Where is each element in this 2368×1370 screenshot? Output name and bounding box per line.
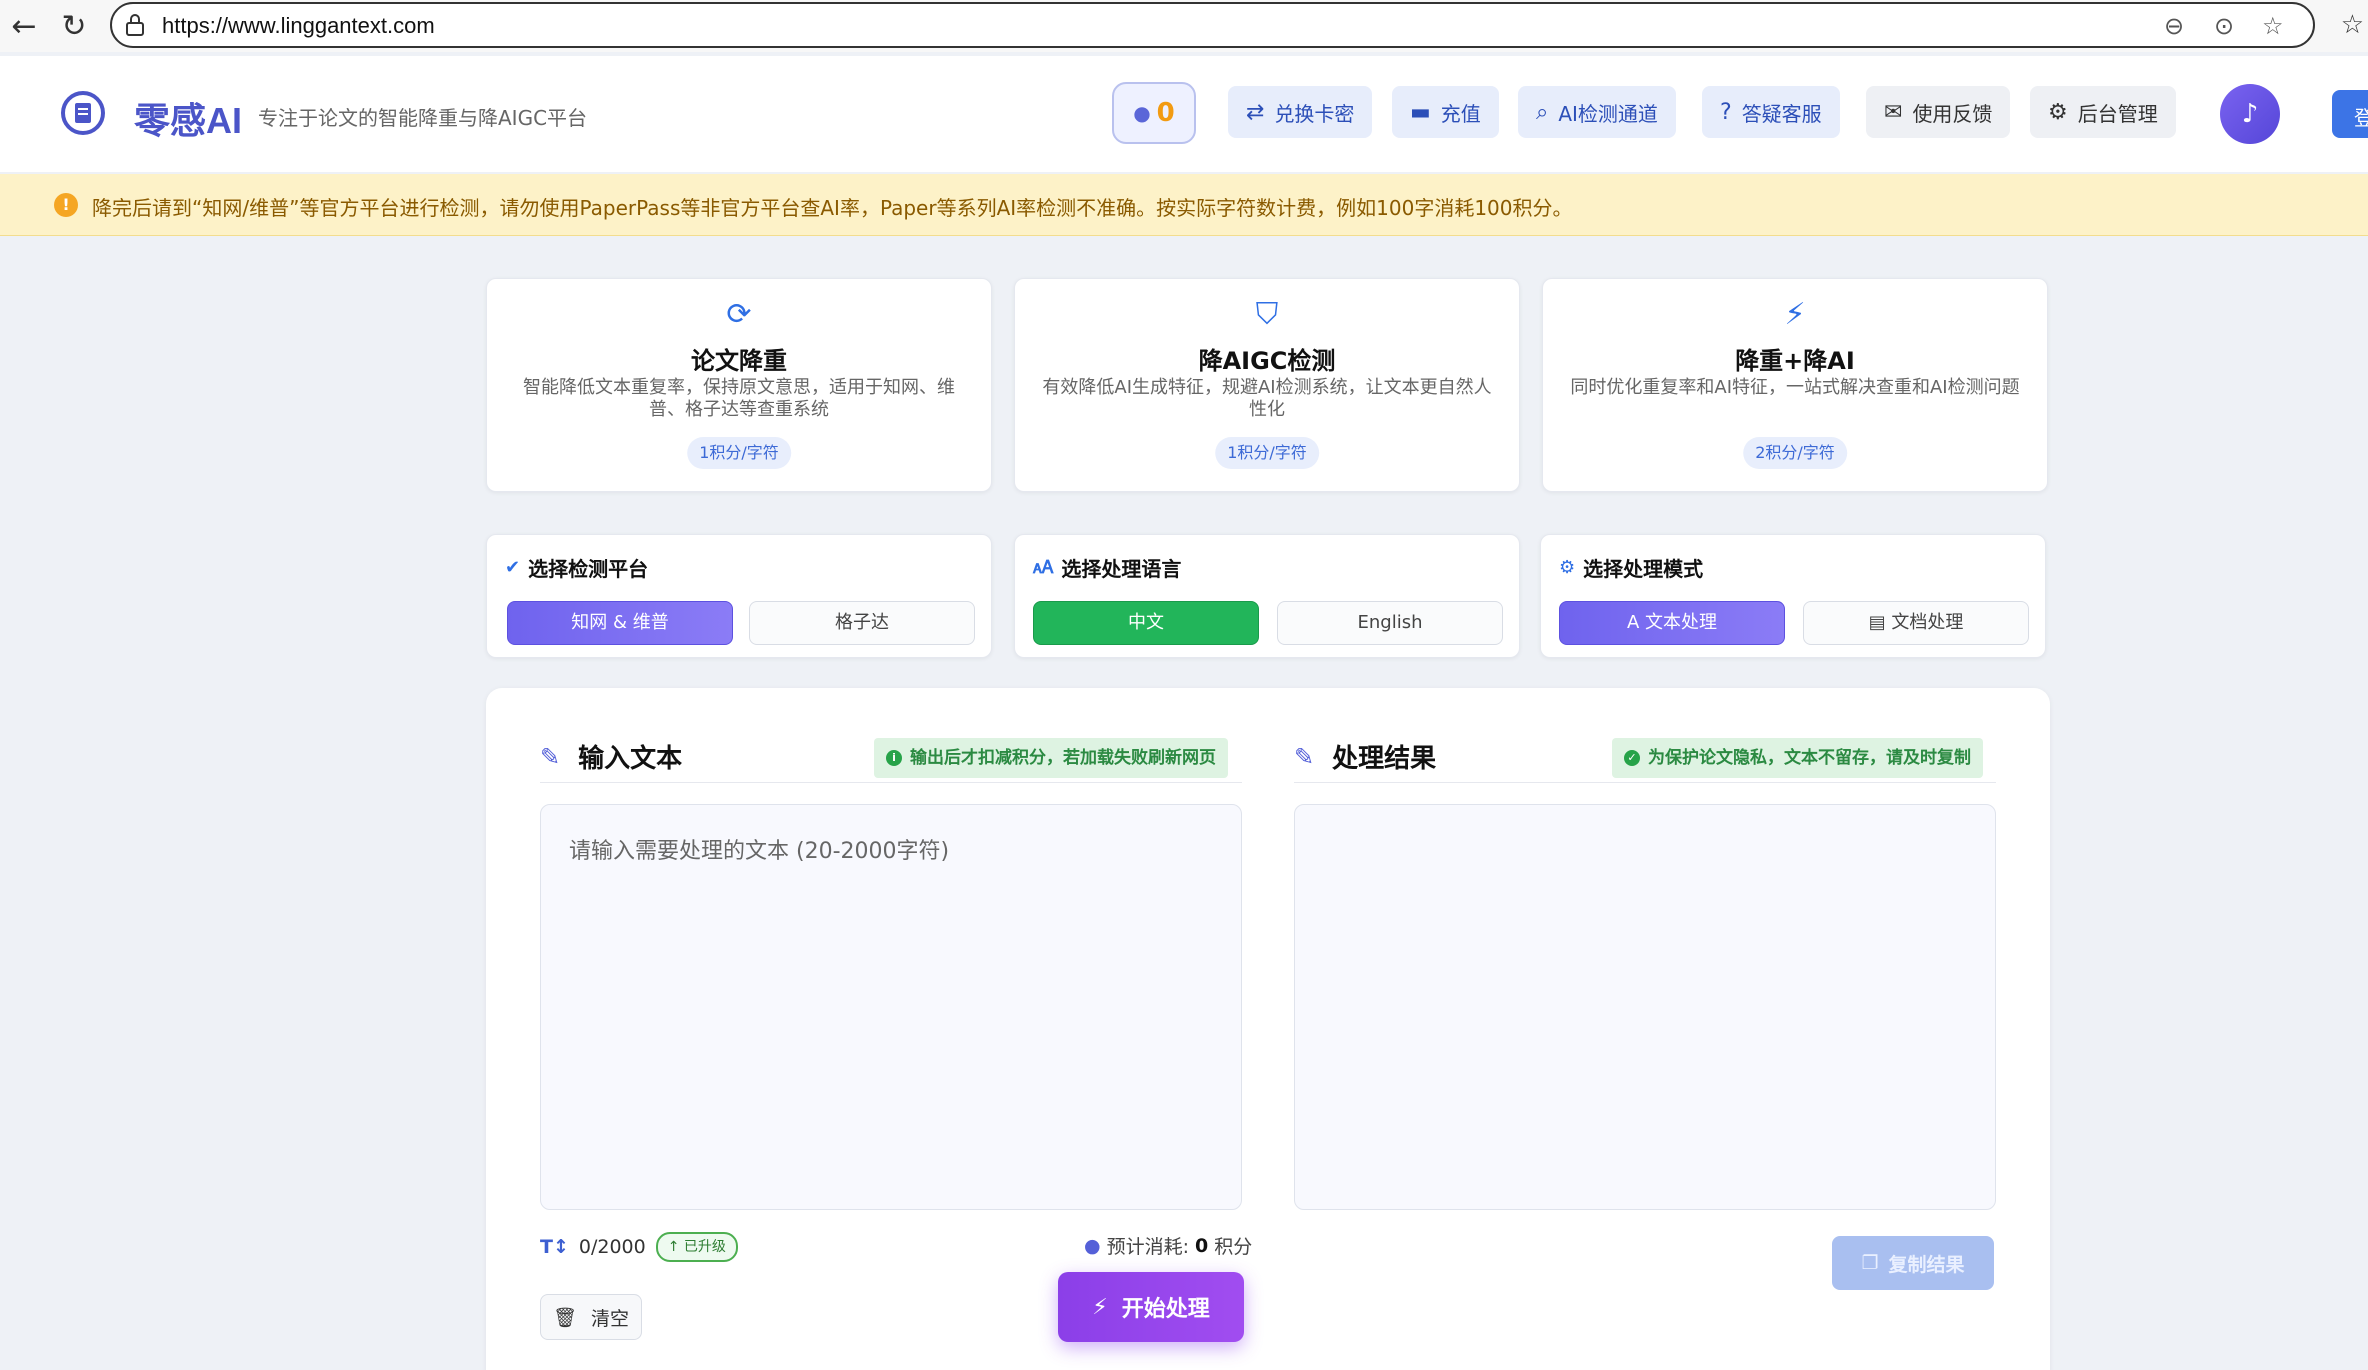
start-processing-button[interactable]: ⚡ 开始处理 — [1058, 1272, 1244, 1342]
clear-button[interactable]: 🗑 清空 — [540, 1294, 642, 1340]
trash-icon: 🗑 — [552, 1306, 578, 1329]
login-button[interactable]: 登 — [2332, 90, 2368, 138]
input-divider — [540, 782, 1242, 783]
bolt-icon: ⚡ — [1092, 1294, 1108, 1320]
admin-button[interactable]: ⚙ 后台管理 — [2030, 86, 2176, 138]
zoom-icon[interactable]: ⊖ — [2164, 12, 2184, 40]
text-size-icon: T↕ — [540, 1236, 569, 1258]
output-title: ✎ 处理结果 — [1294, 742, 1437, 775]
cost-estimate: ● 预计消耗: 0 积分 — [1084, 1234, 1253, 1259]
input-textarea-wrap — [540, 804, 1242, 1210]
price-badge: 1积分/字符 — [687, 437, 791, 469]
reload-icon[interactable]: ↻ — [56, 8, 92, 44]
output-note: ✓ 为保护论文隐私，文本不留存，请及时复制 — [1612, 738, 1983, 778]
recharge-button[interactable]: ▬ 充值 — [1392, 86, 1499, 138]
favorites-icon[interactable]: ☆ — [2341, 10, 2364, 40]
translate-icon: 🗚 — [1033, 557, 1054, 578]
copy-icon: ❐ — [1861, 1252, 1879, 1274]
output-divider — [1294, 782, 1996, 783]
brand-name[interactable]: 零感AI — [134, 92, 242, 144]
mode-selector: ⚙ 选择处理模式 A 文本处理 ▤ 文档处理 — [1540, 534, 2046, 658]
mode-option-document[interactable]: ▤ 文档处理 — [1803, 601, 2029, 645]
notice-bar: ! 降完后请到“知网/维普”等官方平台进行检测，请勿使用PaperPass等非官… — [0, 174, 2368, 236]
platform-option-cnki[interactable]: 知网 & 维普 — [507, 601, 733, 645]
processing-panel: ✎ 输入文本 i 输出后才扣减积分，若加载失败刷新网页 ✎ 处理结果 ✓ 为保护… — [486, 688, 2050, 1370]
price-badge: 1积分/字符 — [1215, 437, 1319, 469]
more-icon[interactable]: ⊙ — [2214, 12, 2234, 40]
feature-card-combo[interactable]: ⚡ 降重+降AI 同时优化重复率和AI特征，一站式解决查重和AI检测问题 2积分… — [1542, 278, 2048, 492]
coins-icon: ● — [1084, 1234, 1101, 1257]
output-textarea[interactable] — [1295, 805, 1995, 1209]
input-note: i 输出后才扣减积分，若加载失败刷新网页 — [874, 738, 1228, 778]
mode-option-text[interactable]: A 文本处理 — [1559, 601, 1785, 645]
platform-selector: ✔ 选择检测平台 知网 & 维普 格子达 — [486, 534, 992, 658]
pencil-icon: ✎ — [540, 742, 561, 771]
language-selector: 🗚 选择处理语言 中文 English — [1014, 534, 1520, 658]
language-option-english[interactable]: English — [1277, 601, 1503, 645]
gears-icon: ⚙ — [1559, 557, 1576, 578]
input-textarea[interactable] — [541, 805, 1241, 1209]
credits-display[interactable]: ● 0 — [1112, 82, 1196, 144]
wallet-icon: ▬ — [1410, 99, 1431, 125]
site-header: 零感AI 专注于论文的智能降重与降AIGC平台 ● 0 ⇄ 兑换卡密 ▬ 充值 … — [0, 56, 2368, 172]
upgraded-badge: ↑ 已升级 — [655, 1232, 738, 1262]
star-icon[interactable]: ☆ — [2262, 12, 2284, 40]
credits-value: 0 — [1156, 98, 1175, 128]
pencil-icon: ✎ — [1294, 742, 1315, 771]
question-icon: ? — [1720, 99, 1732, 125]
shield-icon: ⛉ — [1255, 297, 1279, 332]
logo-icon — [61, 91, 105, 135]
input-title: ✎ 输入文本 — [540, 742, 683, 775]
copy-result-button[interactable]: ❐ 复制结果 — [1832, 1236, 1994, 1290]
support-button[interactable]: ? 答疑客服 — [1702, 86, 1840, 138]
refresh-icon: ⟳ — [726, 297, 752, 332]
gears-icon: ⚙ — [2048, 99, 2068, 125]
feedback-button[interactable]: ✉ 使用反馈 — [1866, 86, 2011, 138]
feature-card-dedup[interactable]: ⟳ 论文降重 智能降低文本重复率，保持原文意思，适用于知网、维普、格子达等查重系… — [486, 278, 992, 492]
warning-icon: ! — [54, 193, 78, 217]
char-counter: T↕ 0/2000 ↑ 已升级 — [540, 1232, 738, 1262]
notification-bell-icon[interactable]: ♪ — [2220, 84, 2280, 144]
coins-icon: ● — [1133, 101, 1151, 125]
chat-icon: ✉ — [1884, 99, 1903, 125]
search-icon: ⌕ — [1536, 99, 1549, 125]
back-arrow-icon[interactable]: ← — [6, 8, 42, 44]
price-badge: 2积分/字符 — [1743, 437, 1847, 469]
language-option-chinese[interactable]: 中文 — [1033, 601, 1259, 645]
redeem-button[interactable]: ⇄ 兑换卡密 — [1228, 86, 1373, 138]
lock-icon — [126, 14, 144, 36]
check-circle-icon: ✔ — [505, 557, 521, 578]
feature-card-aigc[interactable]: ⛉ 降AIGC检测 有效降低AI生成特征，规避AI检测系统，让文本更自然人性化 … — [1014, 278, 1520, 492]
browser-chrome: ← ↻ https://www.linggantext.com ⊖ ⊙ ☆ ☆ — [0, 0, 2368, 52]
tagline: 专注于论文的智能降重与降AIGC平台 — [258, 106, 588, 130]
address-bar[interactable]: https://www.linggantext.com ⊖ ⊙ ☆ — [110, 2, 2315, 48]
notice-text: 降完后请到“知网/维普”等官方平台进行检测，请勿使用PaperPass等非官方平… — [92, 196, 1573, 220]
exchange-icon: ⇄ — [1246, 99, 1265, 125]
info-icon: i — [886, 750, 902, 766]
platform-option-gezida[interactable]: 格子达 — [749, 601, 975, 645]
ai-detect-button[interactable]: ⌕ AI检测通道 — [1518, 86, 1676, 138]
output-textarea-wrap — [1294, 804, 1996, 1210]
shield-icon: ✓ — [1624, 750, 1640, 766]
url-text[interactable]: https://www.linggantext.com — [162, 13, 435, 39]
bolt-icon: ⚡ — [1784, 297, 1806, 332]
